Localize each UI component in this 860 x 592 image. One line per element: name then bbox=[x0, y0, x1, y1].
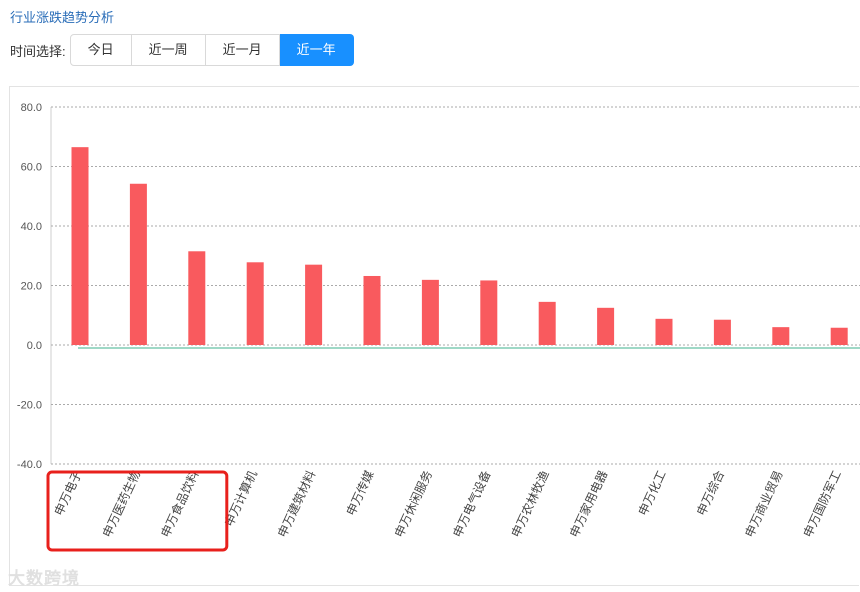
bar bbox=[71, 147, 89, 345]
page-title: 行业涨跌趋势分析 bbox=[10, 10, 115, 25]
time-option-today[interactable]: 今日 bbox=[69, 34, 132, 66]
time-selector: 时间选择: 今日 近一周 近一月 近一年 bbox=[10, 34, 354, 66]
bar bbox=[363, 275, 381, 345]
watermark-logo: 大数跨境 bbox=[8, 569, 80, 588]
bar bbox=[655, 318, 673, 345]
time-selector-label: 时间选择: bbox=[10, 43, 66, 59]
bar bbox=[305, 264, 323, 345]
bar bbox=[597, 307, 615, 345]
bar bbox=[772, 327, 790, 345]
x-category-label: 申万休闲服务 bbox=[391, 468, 435, 540]
bar bbox=[129, 183, 147, 345]
x-category-label: 申万家用电器 bbox=[566, 468, 610, 540]
chart-panel: 80.0 60.0 40.0 20.0 0.0 -20.0 -40.0 申万电子 申万医药生物申… bbox=[9, 86, 860, 586]
x-category-label: 申万传媒 bbox=[343, 468, 377, 518]
industry-bar-chart: 80.060.040.020.00.0-20.0-40.0申万电子 申万医药生物申… bbox=[17, 102, 860, 552]
y-tick-label: 80.0 bbox=[21, 102, 42, 114]
y-tick-label: 20.0 bbox=[21, 281, 42, 293]
x-category-label: 申万建筑材料 bbox=[274, 468, 318, 540]
time-option-week[interactable]: 近一周 bbox=[131, 34, 206, 66]
x-category-label: 申万农林牧渔 bbox=[509, 468, 552, 539]
time-range-buttons: 今日 近一周 近一月 近一年 bbox=[69, 34, 354, 66]
bar bbox=[188, 251, 206, 345]
time-option-year[interactable]: 近一年 bbox=[279, 34, 354, 66]
bar bbox=[480, 280, 498, 345]
y-tick-label: 0.0 bbox=[27, 340, 42, 352]
x-category-label: 申万医药生物 bbox=[100, 468, 143, 539]
time-option-month[interactable]: 近一月 bbox=[205, 34, 280, 66]
bar bbox=[246, 262, 264, 345]
bar bbox=[713, 319, 731, 345]
y-tick-label: 40.0 bbox=[21, 221, 42, 233]
y-tick-label: -20.0 bbox=[17, 400, 42, 412]
x-category-label: 申万食品饮料 bbox=[157, 468, 201, 540]
x-category-label: 申万国防军工 bbox=[800, 468, 844, 540]
x-category-label: 申万化工 bbox=[636, 468, 669, 517]
bar bbox=[830, 327, 848, 345]
y-tick-label: 60.0 bbox=[21, 162, 42, 174]
bar bbox=[538, 301, 556, 345]
x-category-label: 申万电子 bbox=[52, 468, 85, 517]
x-category-label: 申万商业贸易 bbox=[741, 468, 785, 540]
y-tick-label: -40.0 bbox=[17, 459, 42, 471]
x-category-label: 申万综合 bbox=[693, 468, 727, 518]
bar bbox=[421, 279, 439, 345]
x-category-label: 申万电气设备 bbox=[449, 468, 493, 540]
